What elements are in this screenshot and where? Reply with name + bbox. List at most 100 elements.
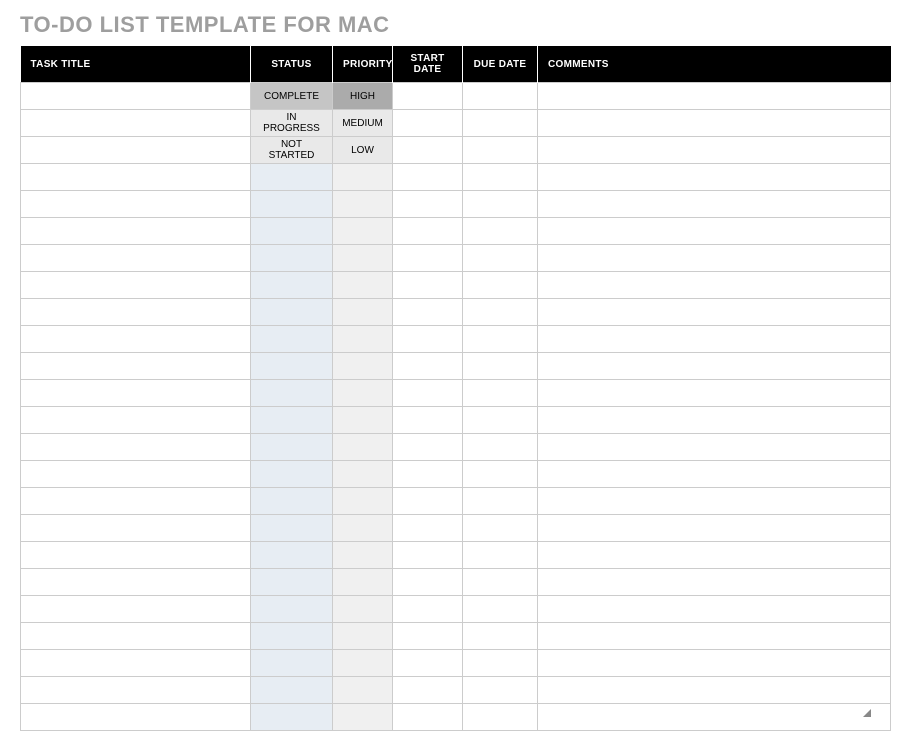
cell-due-date[interactable]: [463, 110, 538, 137]
cell-task-title[interactable]: [21, 434, 251, 461]
cell-due-date[interactable]: [463, 272, 538, 299]
cell-task-title[interactable]: [21, 137, 251, 164]
cell-priority[interactable]: [333, 677, 393, 704]
cell-status[interactable]: COMPLETE: [251, 83, 333, 110]
cell-due-date[interactable]: [463, 488, 538, 515]
cell-status[interactable]: [251, 569, 333, 596]
cell-status[interactable]: [251, 164, 333, 191]
cell-start-date[interactable]: [393, 461, 463, 488]
cell-comments[interactable]: [538, 83, 891, 110]
cell-priority[interactable]: [333, 569, 393, 596]
cell-due-date[interactable]: [463, 326, 538, 353]
cell-priority[interactable]: HIGH: [333, 83, 393, 110]
cell-task-title[interactable]: [21, 488, 251, 515]
cell-status[interactable]: [251, 461, 333, 488]
cell-due-date[interactable]: [463, 461, 538, 488]
cell-status[interactable]: [251, 218, 333, 245]
cell-priority[interactable]: [333, 461, 393, 488]
cell-due-date[interactable]: [463, 164, 538, 191]
cell-start-date[interactable]: [393, 704, 463, 731]
cell-task-title[interactable]: [21, 623, 251, 650]
cell-priority[interactable]: LOW: [333, 137, 393, 164]
cell-status[interactable]: NOT STARTED: [251, 137, 333, 164]
cell-comments[interactable]: [538, 137, 891, 164]
cell-priority[interactable]: [333, 434, 393, 461]
cell-start-date[interactable]: [393, 515, 463, 542]
cell-start-date[interactable]: [393, 407, 463, 434]
cell-priority[interactable]: [333, 596, 393, 623]
cell-comments[interactable]: [538, 380, 891, 407]
cell-due-date[interactable]: [463, 677, 538, 704]
cell-task-title[interactable]: [21, 110, 251, 137]
cell-task-title[interactable]: [21, 83, 251, 110]
cell-priority[interactable]: [333, 326, 393, 353]
cell-comments[interactable]: [538, 353, 891, 380]
cell-start-date[interactable]: [393, 191, 463, 218]
cell-start-date[interactable]: [393, 353, 463, 380]
cell-task-title[interactable]: [21, 515, 251, 542]
cell-due-date[interactable]: [463, 83, 538, 110]
cell-priority[interactable]: [333, 623, 393, 650]
cell-task-title[interactable]: [21, 326, 251, 353]
cell-comments[interactable]: [538, 488, 891, 515]
cell-due-date[interactable]: [463, 434, 538, 461]
cell-status[interactable]: [251, 677, 333, 704]
cell-status[interactable]: [251, 245, 333, 272]
cell-status[interactable]: [251, 272, 333, 299]
cell-start-date[interactable]: [393, 569, 463, 596]
cell-status[interactable]: [251, 299, 333, 326]
resize-handle-icon[interactable]: [863, 709, 871, 717]
cell-priority[interactable]: [333, 380, 393, 407]
cell-start-date[interactable]: [393, 83, 463, 110]
cell-comments[interactable]: [538, 272, 891, 299]
cell-start-date[interactable]: [393, 380, 463, 407]
cell-task-title[interactable]: [21, 245, 251, 272]
cell-task-title[interactable]: [21, 677, 251, 704]
cell-comments[interactable]: [538, 164, 891, 191]
cell-start-date[interactable]: [393, 623, 463, 650]
cell-start-date[interactable]: [393, 542, 463, 569]
cell-start-date[interactable]: [393, 137, 463, 164]
cell-task-title[interactable]: [21, 299, 251, 326]
cell-priority[interactable]: [333, 542, 393, 569]
cell-priority[interactable]: [333, 299, 393, 326]
cell-status[interactable]: [251, 542, 333, 569]
cell-due-date[interactable]: [463, 299, 538, 326]
cell-priority[interactable]: [333, 488, 393, 515]
cell-task-title[interactable]: [21, 407, 251, 434]
cell-comments[interactable]: [538, 650, 891, 677]
cell-comments[interactable]: [538, 245, 891, 272]
cell-due-date[interactable]: [463, 407, 538, 434]
cell-start-date[interactable]: [393, 488, 463, 515]
cell-task-title[interactable]: [21, 353, 251, 380]
cell-priority[interactable]: [333, 704, 393, 731]
cell-due-date[interactable]: [463, 623, 538, 650]
cell-comments[interactable]: [538, 218, 891, 245]
cell-task-title[interactable]: [21, 704, 251, 731]
cell-start-date[interactable]: [393, 218, 463, 245]
cell-status[interactable]: [251, 191, 333, 218]
cell-priority[interactable]: [333, 218, 393, 245]
cell-status[interactable]: [251, 650, 333, 677]
cell-task-title[interactable]: [21, 272, 251, 299]
cell-start-date[interactable]: [393, 434, 463, 461]
cell-comments[interactable]: [538, 542, 891, 569]
cell-task-title[interactable]: [21, 650, 251, 677]
cell-comments[interactable]: [538, 596, 891, 623]
cell-start-date[interactable]: [393, 650, 463, 677]
cell-task-title[interactable]: [21, 542, 251, 569]
cell-priority[interactable]: [333, 191, 393, 218]
cell-status[interactable]: [251, 623, 333, 650]
cell-start-date[interactable]: [393, 326, 463, 353]
cell-priority[interactable]: [333, 164, 393, 191]
cell-due-date[interactable]: [463, 569, 538, 596]
cell-comments[interactable]: [538, 461, 891, 488]
cell-due-date[interactable]: [463, 218, 538, 245]
cell-task-title[interactable]: [21, 461, 251, 488]
cell-comments[interactable]: [538, 434, 891, 461]
cell-priority[interactable]: [333, 407, 393, 434]
cell-status[interactable]: [251, 515, 333, 542]
cell-task-title[interactable]: [21, 191, 251, 218]
cell-task-title[interactable]: [21, 596, 251, 623]
cell-comments[interactable]: [538, 569, 891, 596]
